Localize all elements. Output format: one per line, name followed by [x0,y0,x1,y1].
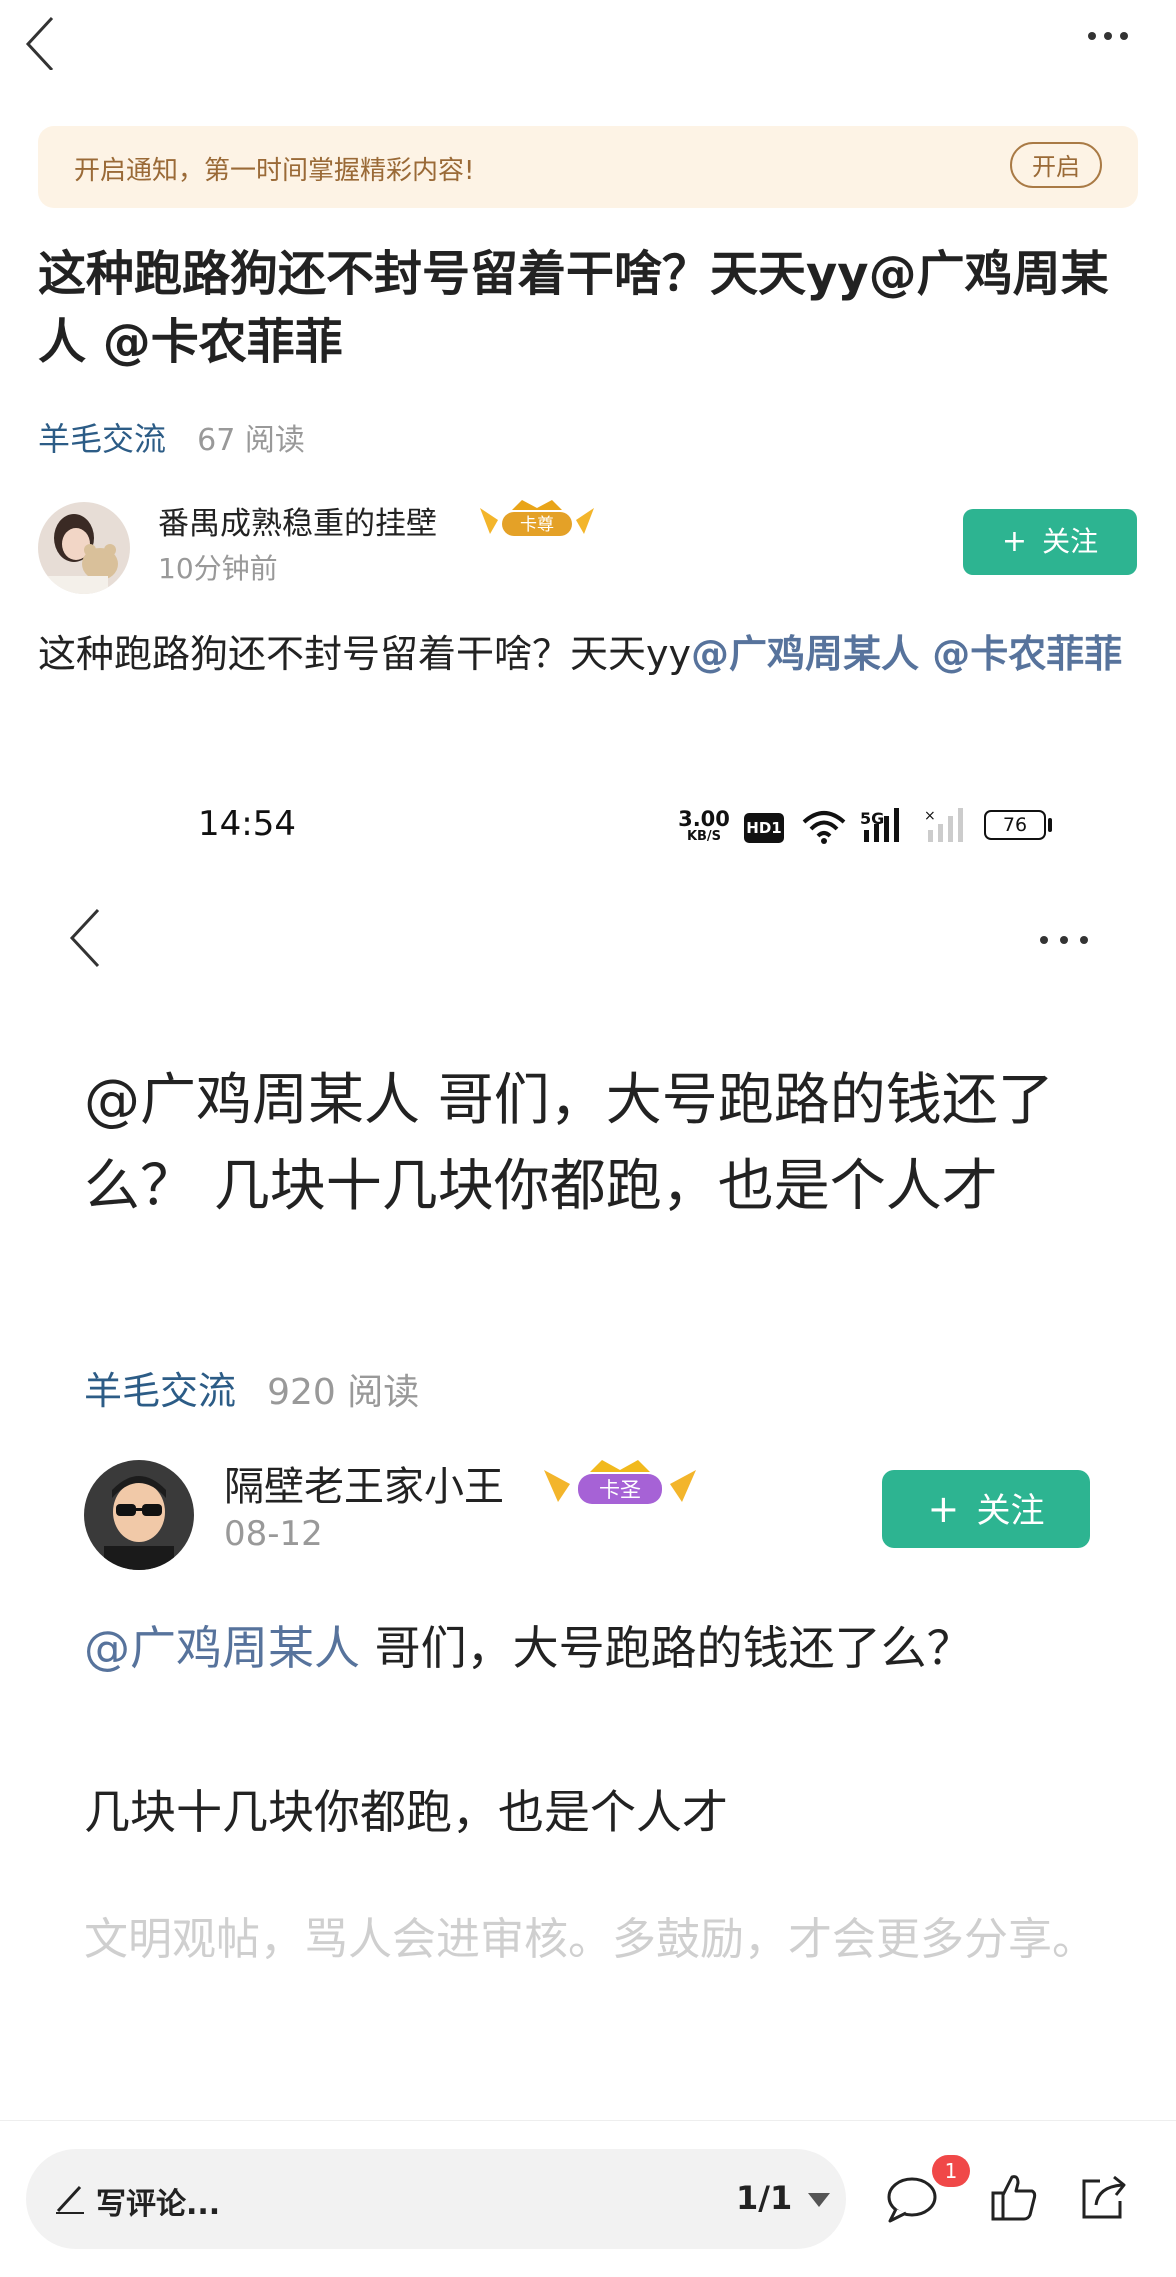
post-body: 这种跑路狗还不封号留着干啥？天天yy@广鸡周某人 @卡农菲菲 [38,632,1123,676]
mention-link[interactable]: @广鸡周某人 @卡农菲菲 [691,632,1122,676]
caret-down-icon[interactable] [808,2193,830,2207]
screenshot-more-icon [1040,934,1094,946]
screenshot-mention: @广鸡周某人 [84,1621,360,1675]
status-time: 14:54 [198,804,296,844]
comment-bubble-icon [887,2177,937,2223]
screenshot-badge-label: 卡圣 [599,1478,641,1502]
plus-icon: + [1001,524,1028,559]
follow-button[interactable]: + 关注 [963,509,1137,575]
post-read-count: 67 阅读 [197,423,305,458]
follow-label: 关注 [1042,525,1099,558]
screenshot-body-line2: 几块十几块你都跑，也是个人才 [84,1785,728,1839]
badge-label: 卡尊 [520,515,554,535]
notification-text: 开启通知，第一时间掌握精彩内容! [74,156,475,186]
svg-text:×: × [924,808,936,824]
post-title: 这种跑路狗还不封号留着干啥？天天yy@广鸡周某人 @卡农菲菲 [38,246,1109,370]
comment-placeholder: 写评论... [96,2187,221,2222]
wifi-icon [800,806,848,850]
more-options-button[interactable] [1088,26,1138,46]
comment-input[interactable]: 写评论... 1/1 [26,2149,846,2249]
more-icon [1088,32,1096,40]
screenshot-follow-button: + 关注 [882,1470,1090,1548]
network-speed: 3.00 KB/S [678,807,730,844]
chevron-left-icon [69,908,100,968]
signal-5g-icon: 5G [860,806,912,850]
notification-banner: 开启通知，第一时间掌握精彩内容! 开启 [38,126,1138,208]
battery-icon: 76 [984,810,1046,840]
bottom-bar: 写评论... 1/1 1 [0,2120,1176,2277]
back-button[interactable] [22,10,72,72]
screenshot-author-avatar [84,1460,194,1570]
signal-empty-icon: × [922,806,970,850]
screenshot-crown-badge-icon: 卡圣 [540,1456,700,1512]
screenshot-author-name: 隔壁老王家小王 [224,1464,504,1510]
comments-button[interactable] [886,2175,942,2229]
comment-count-badge: 1 [932,2155,970,2187]
crown-badge-icon: 卡尊 [476,498,598,542]
share-button[interactable] [1078,2173,1128,2227]
author-name[interactable]: 番禺成熟稳重的挂壁 [158,506,437,542]
pencil-icon [56,2185,84,2214]
screenshot-post-title: @广鸡周某人 哥们，大号跑路的钱还了么？ 几块十几块你都跑，也是个人才 [84,1068,1054,1219]
thumbs-up-icon [991,2175,1037,2221]
page-indicator[interactable]: 1/1 [736,2179,792,2217]
enable-notifications-button[interactable]: 开启 [1010,142,1102,188]
chevron-left-icon [25,16,54,72]
plus-icon: + [927,1487,960,1531]
post-time: 10分钟前 [158,552,278,585]
share-icon [1082,2175,1126,2219]
screenshot-post-time: 08-12 [224,1514,323,1554]
screenshot-read-count: 920 阅读 [267,1372,420,1413]
author-avatar[interactable] [38,502,130,594]
svg-text:5G: 5G [860,809,884,828]
screenshot-category: 羊毛交流 [84,1369,237,1413]
like-button[interactable] [990,2173,1038,2227]
screenshot-back-button [66,906,106,972]
hd-icon: HD1 [744,813,784,843]
post-category-link[interactable]: 羊毛交流 [38,420,166,458]
screenshot-comment-placeholder: 文明观帖，骂人会进审核。多鼓励，才会更多分享。 [84,1914,1096,1965]
screenshot-body-line1: @广鸡周某人 哥们，大号跑路的钱还了么？ [84,1621,973,1675]
